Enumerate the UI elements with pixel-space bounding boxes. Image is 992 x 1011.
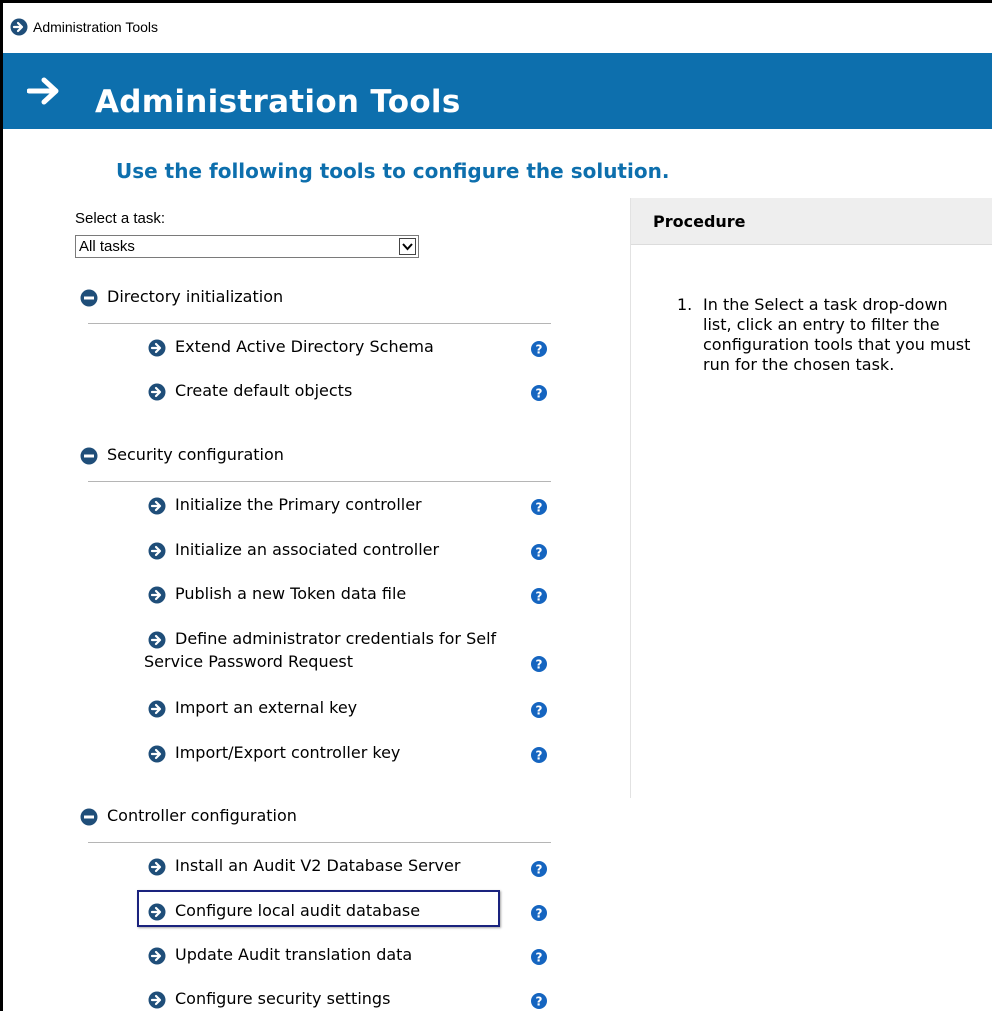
task-filter-select[interactable]: All tasks [75, 235, 419, 258]
help-icon[interactable]: ? [531, 341, 547, 357]
task-label: Import an external key [175, 698, 358, 717]
task-label: Update Audit translation data [175, 945, 413, 964]
svg-text:?: ? [536, 501, 543, 515]
window-title: Administration Tools [33, 19, 159, 35]
help-icon[interactable]: ? [531, 993, 547, 1009]
page-subtitle: Use the following tools to configure the… [116, 159, 670, 183]
task-label: Configure security settings [175, 989, 391, 1008]
task-label: Extend Active Directory Schema [175, 337, 434, 356]
help-icon[interactable]: ? [531, 861, 547, 877]
chevron-down-icon[interactable] [399, 238, 416, 255]
svg-text:?: ? [536, 863, 543, 877]
arrow-circle-icon [148, 631, 166, 653]
task-label: Install an Audit V2 Database Server [175, 856, 461, 875]
arrow-circle-icon [148, 586, 166, 608]
help-icon[interactable]: ? [531, 499, 547, 515]
arrow-circle-icon [10, 18, 28, 40]
section-divider [88, 842, 551, 843]
svg-text:?: ? [536, 658, 543, 672]
arrow-circle-icon [148, 947, 166, 969]
section-title: Security configuration [107, 445, 284, 464]
svg-text:?: ? [536, 704, 543, 718]
svg-text:?: ? [536, 546, 543, 560]
help-icon[interactable]: ? [531, 905, 547, 921]
svg-text:?: ? [536, 907, 543, 921]
help-icon[interactable]: ? [531, 544, 547, 560]
task-label: Configure local audit database [175, 901, 421, 920]
task-label: Initialize the Primary controller [175, 495, 422, 514]
arrow-right-icon [26, 77, 63, 109]
arrow-circle-icon [148, 903, 166, 925]
svg-text:?: ? [536, 749, 543, 763]
svg-text:?: ? [536, 995, 543, 1009]
arrow-circle-icon [148, 339, 166, 361]
task-label: Publish a new Token data file [175, 584, 407, 603]
procedure-header: Procedure [631, 198, 992, 245]
section-divider [88, 481, 551, 482]
task-label: Initialize an associated controller [175, 540, 440, 559]
help-icon[interactable]: ? [531, 385, 547, 401]
header-banner: Administration Tools [3, 53, 992, 129]
arrow-circle-icon [148, 497, 166, 519]
help-icon[interactable]: ? [531, 588, 547, 604]
arrow-circle-icon [148, 383, 166, 405]
task-filter-label: Select a task: [75, 210, 166, 227]
title-bar: Administration Tools [3, 3, 992, 53]
help-icon[interactable]: ? [531, 702, 547, 718]
arrow-circle-icon [148, 700, 166, 722]
arrow-circle-icon [148, 542, 166, 564]
help-icon[interactable]: ? [531, 747, 547, 763]
collapse-icon[interactable] [80, 808, 98, 830]
svg-text:?: ? [536, 387, 543, 401]
task-filter-value: All tasks [79, 238, 135, 255]
app-window: Administration Tools Administration Tool… [0, 0, 992, 1011]
arrow-circle-icon [148, 745, 166, 767]
page-title: Administration Tools [95, 84, 461, 120]
section-title: Directory initialization [107, 287, 284, 306]
task-label: Import/Export controller key [175, 743, 401, 762]
procedure-panel: Procedure 1. In the Select a task drop-d… [630, 198, 992, 798]
step-number: 1. [677, 295, 693, 314]
help-icon[interactable]: ? [531, 656, 547, 672]
step-text: In the Select a task drop-down list, cli… [703, 295, 971, 374]
task-label-line2: Service Password Request [144, 652, 354, 671]
section-title: Controller configuration [107, 806, 297, 825]
task-label-line1: Define administrator credentials for Sel… [175, 629, 497, 648]
help-icon[interactable]: ? [531, 949, 547, 965]
svg-text:?: ? [536, 590, 543, 604]
section-divider [88, 323, 551, 324]
svg-text:?: ? [536, 343, 543, 357]
procedure-title: Procedure [653, 212, 746, 231]
task-label: Create default objects [175, 381, 353, 400]
collapse-icon[interactable] [80, 289, 98, 311]
svg-text:?: ? [536, 951, 543, 965]
arrow-circle-icon [148, 991, 166, 1011]
arrow-circle-icon [148, 858, 166, 880]
collapse-icon[interactable] [80, 447, 98, 469]
